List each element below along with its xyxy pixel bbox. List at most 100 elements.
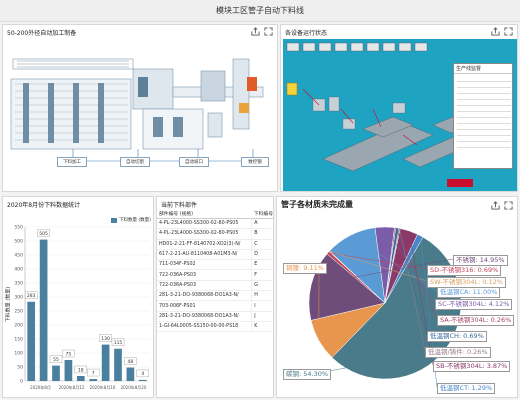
- part-number-cell: HD01-2-21-FF-8140702-XO2(3)-N/: [157, 239, 252, 250]
- device-status-panel-tools: [491, 27, 513, 36]
- cut-number-cell: C: [251, 239, 273, 250]
- bar-y-tick-label: 250: [14, 309, 23, 315]
- bar-x-tick-label: 2020年8月12: [59, 384, 85, 390]
- bar-y-tick-label: 450: [14, 253, 23, 259]
- bar-y-tick-label: 500: [14, 239, 23, 245]
- table-row[interactable]: 4-PL-23L4000-SS300-02-80-PS05 B: [157, 228, 273, 240]
- pie-slice-label: 低温钢CH: 0.69%: [427, 331, 487, 342]
- pie-slice-label: 低温钢CA: 11.00%: [437, 287, 501, 298]
- bar-y-tick-label: 550: [14, 225, 23, 231]
- pie-slice-label: 铜镍: 9.11%: [283, 263, 327, 274]
- table-row[interactable]: 703-006F-PS01 I: [157, 300, 273, 312]
- part-number-cell: 4-PL-23L4000-SS300-02-80-PS05: [157, 218, 252, 230]
- bar-y-tick-label: 400: [14, 267, 23, 273]
- part-number-cell: 4-PL-23L4000-SS300-02-80-PS05: [157, 228, 252, 240]
- export-icon[interactable]: [491, 27, 500, 36]
- bar-y-tick-label: 150: [14, 337, 23, 343]
- table-row[interactable]: 1-GI-64L0005-SS150-00-00-PS18 K: [157, 321, 273, 333]
- bar: [89, 379, 98, 381]
- cut-number-cell: I: [251, 300, 273, 312]
- part-number-cell: 1-GI-64L0005-SS150-00-00-PS18: [157, 321, 252, 333]
- bar-value-label: 130: [101, 336, 110, 342]
- material-pending-title: 管子各材质未完成量: [281, 200, 353, 209]
- part-number-cell: 711-034F-PS02: [157, 259, 252, 271]
- bar-y-tick-label: 200: [14, 323, 23, 329]
- cut-number-cell: F: [251, 269, 273, 281]
- table-row[interactable]: 722-036A-PS03 F: [157, 269, 273, 281]
- popup-grid: [457, 76, 511, 148]
- pie-slice-label: 碳钢: 54.30%: [283, 369, 332, 380]
- table-row[interactable]: HD01-2-21-FF-8140702-XO2(3)-N/C: [157, 239, 273, 250]
- bar-value-label: 505: [39, 231, 48, 237]
- cutting-stats-title: 2020年8月份下料数据统计: [7, 202, 81, 209]
- bar-y-tick-label: 50: [17, 365, 23, 371]
- material-pending-panel: 管子各材质未完成量 碳钢: 54.30% 铜镍: 9.11% 不锈钢: 14.95%…: [276, 196, 518, 398]
- bar-y-tick-label: 0: [20, 379, 23, 385]
- bar-value-label: 48: [128, 359, 134, 365]
- fullscreen-icon[interactable]: [504, 27, 513, 36]
- production-line-panel: 50-200外径自动加工制备 下料加工 自动切割 自动坡口 数控钢: [2, 24, 278, 192]
- part-number-cell: 722-036A-PS03: [157, 269, 252, 281]
- bar-value-label: 55: [53, 357, 59, 363]
- bar: [126, 367, 135, 381]
- auto-bevel-button[interactable]: 自动坡口: [179, 157, 209, 167]
- bar-value-label: 18: [78, 367, 84, 373]
- current-parts-panel: 当前下料部件 部件编号 (规格) 下料编号 4-PL-23L4000-SS300…: [156, 196, 274, 398]
- export-icon[interactable]: [491, 201, 500, 210]
- popup-title: 生产线监督: [454, 64, 512, 74]
- pie-slice-label: SC-不锈钢304L: 4.12%: [435, 299, 513, 310]
- device-view: 生产线监督: [283, 39, 517, 191]
- cut-number-cell: E: [251, 259, 273, 271]
- bar-value-label: 283: [27, 293, 36, 299]
- table-row[interactable]: 281-3-21-DO-9380068-DO1A3-N/J: [157, 311, 273, 322]
- auto-cutting-button[interactable]: 自动切割: [120, 157, 150, 167]
- window-title: 模块工区管子自动下料线: [0, 0, 520, 22]
- cut-number-cell: K: [251, 321, 273, 333]
- table-row[interactable]: 722-036A-PS03 G: [157, 280, 273, 292]
- cut-number-cell: B: [251, 228, 273, 240]
- bar-chart: 0 50 100 150 200 250 300 350 400 450 500 550 283 505 5…: [14, 225, 150, 390]
- pie-slice-label: SB-不锈钢304L: 3.87%: [433, 361, 511, 372]
- cut-number-cell: H: [251, 290, 273, 302]
- production-line-title: 50-200外径自动加工制备: [7, 30, 77, 37]
- part-number-cell: 281-3-21-DO-9380068-DO1A3-N/: [157, 290, 252, 302]
- cut-number-cell: D: [251, 249, 273, 261]
- pie-slice-label: 低温钢CT: 1.29%: [437, 383, 496, 394]
- device-status-panel: 各设备运行状态 生产线监督: [280, 24, 518, 192]
- bar-x-tick-label: 2020年8月: [30, 384, 51, 390]
- cut-number-cell: J: [251, 311, 273, 322]
- table-row[interactable]: 281-3-21-DO-9380068-DO1A3-N/H: [157, 290, 273, 302]
- bar: [138, 379, 147, 381]
- table-row[interactable]: 4-PL-23L4000-SS300-02-80-PS05 A: [157, 218, 273, 230]
- production-line-panel-tools: [251, 27, 273, 36]
- device-status-title: 各设备运行状态: [285, 30, 328, 37]
- cnc-button[interactable]: 数控钢: [241, 157, 269, 167]
- export-icon[interactable]: [251, 27, 260, 36]
- bar-value-label: 115: [114, 340, 123, 346]
- bar-x-tick-label: 2020年8月16: [90, 384, 116, 390]
- pie-slice-label: 低温钢/铸件: 0.26%: [425, 347, 491, 358]
- cutting-stats-panel: 2020年8月份下料数据统计 下料数量 (数量) 下料数量 (数量) 0 50 10…: [2, 196, 154, 398]
- bar-y-tick-label: 350: [14, 281, 23, 287]
- part-number-cell: 703-006F-PS01: [157, 300, 252, 312]
- parts-table: 部件编号 (规格) 下料编号 4-PL-23L4000-SS300-02-80-…: [157, 209, 273, 333]
- bar: [52, 365, 60, 381]
- fullscreen-icon[interactable]: [264, 27, 273, 36]
- part-number-cell: 722-036A-PS03: [157, 280, 252, 292]
- cutting-process-button[interactable]: 下料加工: [57, 157, 87, 167]
- table-row[interactable]: 617-2-21-AU-8110408-A01M3-N/D: [157, 249, 273, 261]
- cut-number-cell: G: [251, 280, 273, 292]
- bar-value-label: 7: [92, 370, 95, 376]
- part-number-cell: 281-3-21-DO-9380068-DO1A3-N/: [157, 311, 252, 322]
- fullscreen-icon[interactable]: [504, 201, 513, 210]
- current-parts-title: 当前下料部件: [161, 202, 198, 209]
- col-part-number: 部件编号 (规格): [157, 209, 252, 219]
- pie-slice-label: SD-不锈钢316: 0.69%: [427, 265, 502, 276]
- table-row[interactable]: 711-034F-PS02 E: [157, 259, 273, 271]
- bar: [64, 360, 73, 381]
- bar-y-tick-label: 300: [14, 295, 23, 301]
- part-number-cell: 617-2-21-AU-8110408-A01M3-N/: [157, 249, 252, 261]
- bar: [101, 344, 110, 381]
- bar-x-tick-label: 2020年8月20: [121, 384, 147, 390]
- bar: [114, 348, 122, 381]
